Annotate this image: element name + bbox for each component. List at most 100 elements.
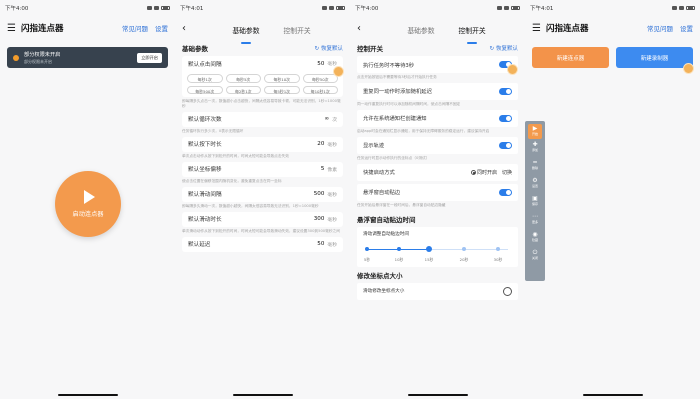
chip[interactable]: 每秒10次 bbox=[264, 74, 300, 83]
edge-time-slider[interactable]: 滑动调整自动贴边时间 5秒 10秒 15秒 20秒 30秒 bbox=[357, 226, 518, 267]
float-delete-button[interactable]: ━ 删除 bbox=[528, 160, 542, 175]
toggle-switch[interactable] bbox=[499, 188, 512, 196]
toggle-switch[interactable] bbox=[499, 114, 512, 122]
tick-label: 10秒 bbox=[394, 256, 404, 262]
section-title: 基础参数 ↻ 恢复默认 bbox=[182, 44, 343, 53]
touch-point-icon bbox=[683, 63, 694, 74]
auto-edge-toggle-row[interactable]: 悬浮窗自动贴边 bbox=[357, 183, 518, 201]
status-bar: 下午4:00 bbox=[350, 0, 525, 16]
chip[interactable]: 每秒1次 bbox=[187, 74, 223, 83]
chip[interactable]: 每秒500次 bbox=[187, 85, 223, 94]
press-note: 单次点击动作从按下到松开的时间，时间太短可能会导致点击失效 bbox=[182, 153, 289, 158]
banner-subtitle: 部分权限未开启 bbox=[24, 58, 52, 64]
toggle-switch[interactable] bbox=[499, 87, 512, 95]
app-title: 闪指连点器 bbox=[20, 24, 64, 34]
back-icon[interactable]: ‹ bbox=[182, 23, 186, 34]
notification-note: 启动app时会在通知栏显示通知，用于保持无障碍服务的稳定运行，建议保持开启 bbox=[357, 128, 490, 133]
toggle-switch[interactable] bbox=[499, 141, 512, 149]
home-header: ☰ 闪指连点器 常见问题 设置 bbox=[525, 16, 700, 40]
float-start-button[interactable]: ▶ 开始 bbox=[528, 124, 542, 139]
tab-control-switches[interactable]: 控制开关 bbox=[282, 19, 313, 41]
swipe-interval-row[interactable]: 默认滑动间隔 500 毫秒 bbox=[182, 186, 343, 202]
show-track-note: 任务运行时显示动作执行的坐标点（0测试） bbox=[357, 155, 430, 160]
tab-basic-params[interactable]: 基础参数 bbox=[230, 19, 261, 44]
wifi-icon bbox=[679, 6, 684, 10]
tab-basic-params[interactable]: 基础参数 bbox=[405, 19, 436, 41]
menu-icon[interactable]: ☰ bbox=[7, 23, 16, 34]
interval-note: 即每隔多久点击一次，数值越小点击越快，间隔太低容易导致卡顿，可能无法识别，1秒=… bbox=[182, 99, 341, 108]
float-close-button[interactable]: ⏻ 关闭 bbox=[528, 250, 542, 265]
radio-simultaneous[interactable]: 同时开启 bbox=[470, 169, 497, 176]
touch-point-icon bbox=[333, 66, 344, 77]
notification-toggle-row[interactable]: 允许在系统通知栏创建通知 bbox=[357, 109, 518, 127]
battery-icon bbox=[336, 5, 345, 11]
wifi-icon bbox=[329, 6, 334, 10]
float-save-button[interactable]: ▣ 保存 bbox=[528, 196, 542, 211]
start-clicker-button[interactable]: 启动连点器 bbox=[55, 171, 121, 237]
radio-selected-icon bbox=[470, 169, 476, 175]
swipe-interval-note: 即每隔多久滑动一次，数值越小越快，间隔太低容易导致无法识别，1秒=1000毫秒 bbox=[182, 203, 319, 208]
chip[interactable]: 每5秒1次 bbox=[264, 85, 300, 94]
chip[interactable]: 每秒5次 bbox=[225, 74, 261, 83]
float-more-button[interactable]: ⋯ 更多 bbox=[528, 214, 542, 229]
home-header: ☰ 闪指连点器 常见问题 设置 bbox=[0, 16, 175, 40]
slider-knob[interactable] bbox=[426, 246, 432, 253]
quick-start-row: 快捷启动方式 同时开启 切换 bbox=[357, 163, 518, 181]
tick-label: 30秒 bbox=[493, 256, 503, 262]
radio-switch[interactable]: 切换 bbox=[502, 169, 512, 176]
loop-note: 任务循环执行多少次，0表示无限循环 bbox=[182, 128, 244, 133]
warning-icon bbox=[13, 54, 19, 61]
section-title: 控制开关 ↻ 恢复默认 bbox=[357, 44, 518, 53]
chip[interactable]: 每秒50次 bbox=[302, 74, 338, 83]
params-screen: 下午4:01 ‹ 基础参数 控制开关 基础参数 ↻ 恢复默认 默认点击间隔 50… bbox=[175, 0, 350, 399]
point-size-title: 修改坐标点大小 bbox=[357, 271, 403, 280]
tab-control-switches[interactable]: 控制开关 bbox=[457, 19, 488, 44]
switches-screen: 下午4:00 ‹ 基础参数 控制开关 控制开关 ↻ 恢复默认 执行任务时不等待3… bbox=[350, 0, 525, 399]
enable-now-button[interactable]: 立即开启 bbox=[137, 52, 162, 63]
faq-link[interactable]: 常见问题 bbox=[647, 23, 673, 33]
start-label: 启动连点器 bbox=[72, 211, 104, 218]
float-hide-button[interactable]: ◉ 隐藏 bbox=[528, 232, 542, 247]
status-time: 下午4:00 bbox=[355, 6, 379, 12]
chip[interactable]: 每2秒1次 bbox=[225, 85, 261, 94]
battery-icon bbox=[511, 5, 520, 11]
permission-banner[interactable]: 部分权限未开启 部分权限未开启 立即开启 bbox=[7, 47, 168, 68]
battery-icon bbox=[161, 5, 170, 11]
random-delay-toggle-row[interactable]: 重复同一动作时添加随机延迟 bbox=[357, 82, 518, 100]
tick-label: 5秒 bbox=[363, 256, 371, 262]
show-track-toggle-row[interactable]: 显示轨迹 bbox=[357, 136, 518, 154]
menu-icon[interactable]: ☰ bbox=[532, 23, 541, 34]
no-wait-toggle-row[interactable]: 执行任务时不等待3秒 bbox=[357, 56, 518, 73]
reset-default-link[interactable]: ↻ 恢复默认 bbox=[490, 44, 518, 52]
float-add-button[interactable]: ✚ 添加 bbox=[528, 142, 542, 157]
offset-row[interactable]: 默认坐标偏移 5 像素 bbox=[182, 161, 343, 177]
faq-link[interactable]: 常见问题 bbox=[122, 23, 148, 33]
banner-title: 部分权限未开启 bbox=[24, 51, 61, 58]
interval-row[interactable]: 默认点击间隔 50 毫秒 bbox=[182, 56, 343, 71]
press-row[interactable]: 默认按下时长 20 毫秒 bbox=[182, 136, 343, 152]
play-icon bbox=[84, 190, 95, 204]
point-size-row[interactable]: 滑动修改坐标点大小 bbox=[357, 282, 518, 300]
home-indicator bbox=[57, 394, 118, 396]
wifi-icon bbox=[504, 6, 509, 10]
delay-row[interactable]: 默认延迟 50 毫秒 bbox=[182, 236, 343, 252]
random-delay-note: 同一动作重复执行时可以添加随机间隔时间，使点击间隔不固定 bbox=[357, 101, 461, 106]
signal-icon bbox=[147, 6, 152, 10]
loop-row[interactable]: 默认循环次数 ∞ 次 bbox=[182, 111, 343, 127]
battery-icon bbox=[686, 5, 695, 11]
settings-link[interactable]: 设置 bbox=[155, 23, 168, 33]
new-recorder-button[interactable]: 新建录制器 bbox=[616, 47, 693, 68]
float-settings-button[interactable]: ⚙ 设置 bbox=[528, 178, 542, 193]
new-clicker-button[interactable]: 新建连点器 bbox=[532, 47, 609, 68]
touch-point-icon bbox=[507, 64, 518, 75]
swipe-duration-row[interactable]: 默认滑动时长 300 毫秒 bbox=[182, 211, 343, 227]
edge-time-title: 悬浮窗自动贴边时间 bbox=[357, 215, 416, 224]
status-time: 下午4:00 bbox=[5, 6, 29, 12]
chip[interactable]: 每10秒1次 bbox=[302, 85, 338, 94]
settings-link[interactable]: 设置 bbox=[680, 23, 693, 33]
offset-note: 使点击位置在偏移范围内随机变化，避免重复点击在同一坐标 bbox=[182, 178, 282, 183]
wifi-icon bbox=[154, 6, 159, 10]
reset-default-link[interactable]: ↻ 恢复默认 bbox=[315, 44, 343, 52]
back-icon[interactable]: ‹ bbox=[357, 23, 361, 34]
switches-header: ‹ 基础参数 控制开关 bbox=[350, 16, 525, 44]
